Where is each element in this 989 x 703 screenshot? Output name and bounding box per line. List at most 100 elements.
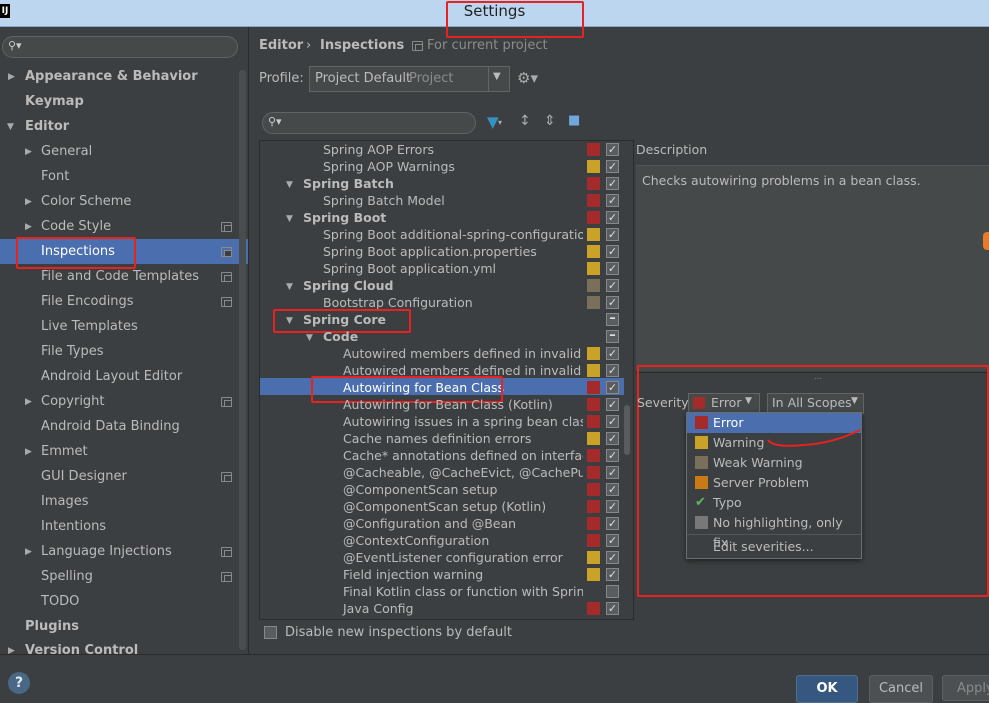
- severity-option-server-problem[interactable]: Server Problem: [687, 473, 861, 493]
- inspection-row[interactable]: @ComponentScan setup (Kotlin): [343, 498, 546, 515]
- inspection-enable-checkbox[interactable]: ✓: [606, 517, 619, 530]
- apply-button[interactable]: Apply: [942, 675, 989, 701]
- inspection-group-mixed-checkbox[interactable]: –: [606, 329, 619, 343]
- profile-select[interactable]: Project Default Project ▼: [309, 66, 510, 92]
- inspection-tree-scrollbar[interactable]: [624, 405, 630, 455]
- inspection-enable-checkbox[interactable]: [606, 585, 619, 598]
- inspection-enable-checkbox[interactable]: ✓: [606, 194, 619, 207]
- tree-item-language-injections[interactable]: Language Injections: [41, 539, 172, 564]
- gear-icon[interactable]: ⚙▾: [517, 69, 538, 87]
- tree-item-file-types[interactable]: File Types: [41, 339, 104, 364]
- inspection-group-code[interactable]: Code: [323, 328, 358, 345]
- inspection-enable-checkbox[interactable]: ✓: [606, 160, 619, 173]
- inspection-row[interactable]: @ContextConfiguration: [343, 532, 489, 549]
- splitter-handle-icon[interactable]: ⋯: [814, 374, 822, 383]
- inspection-enable-checkbox[interactable]: ✓: [606, 534, 619, 547]
- inspection-row[interactable]: Autowiring for Bean Class (Kotlin): [343, 396, 553, 413]
- inspection-row[interactable]: Autowiring issues in a spring bean class…: [343, 413, 583, 430]
- inspection-row[interactable]: Autowired members defined in invalid Sp: [343, 345, 583, 362]
- filter-chevron-icon[interactable]: ▾: [498, 118, 502, 127]
- severity-option-weak-warning[interactable]: Weak Warning: [687, 453, 861, 473]
- expand-arrow-icon[interactable]: ▶: [25, 147, 32, 157]
- edit-severities-item[interactable]: Edit severities...: [687, 537, 861, 557]
- tree-item-version-control[interactable]: Version Control: [25, 638, 138, 654]
- collapse-arrow-icon[interactable]: ▼: [306, 333, 313, 343]
- expand-arrow-icon[interactable]: ▶: [25, 547, 32, 557]
- inspection-row[interactable]: Autowired members defined in invalid Sp: [343, 362, 583, 379]
- collapse-arrow-icon[interactable]: ▼: [286, 282, 293, 292]
- tree-item-copyright[interactable]: Copyright: [41, 389, 105, 414]
- tree-item-android-layout-editor[interactable]: Android Layout Editor: [41, 364, 182, 389]
- inspection-row[interactable]: Cache names definition errors: [343, 430, 531, 447]
- inspection-enable-checkbox[interactable]: ✓: [606, 211, 619, 224]
- collapse-arrow-icon[interactable]: ▼: [286, 180, 293, 190]
- inspection-enable-checkbox[interactable]: ✓: [606, 177, 619, 190]
- tree-item-keymap[interactable]: Keymap: [25, 89, 84, 114]
- tree-item-appearance[interactable]: Appearance & Behavior: [25, 64, 198, 89]
- inspection-enable-checkbox[interactable]: ✓: [606, 415, 619, 428]
- inspection-row[interactable]: Spring AOP Errors: [323, 141, 434, 158]
- inspection-row[interactable]: @Configuration and @Bean: [343, 515, 516, 532]
- tree-item-inspections[interactable]: Inspections: [41, 239, 115, 264]
- inspections-search-input[interactable]: ⚲▾: [262, 112, 476, 134]
- help-icon[interactable]: ?: [8, 672, 30, 694]
- inspection-row[interactable]: Final Kotlin class or function with Spri…: [343, 583, 583, 600]
- settings-search-input[interactable]: ⚲▾: [2, 36, 238, 58]
- tree-item-images[interactable]: Images: [41, 489, 89, 514]
- tree-item-spelling[interactable]: Spelling: [41, 564, 93, 589]
- inspection-enable-checkbox[interactable]: ✓: [606, 500, 619, 513]
- tree-scrollbar[interactable]: [239, 70, 246, 650]
- inspection-row[interactable]: Spring Boot application.yml: [323, 260, 496, 277]
- tree-item-emmet[interactable]: Emmet: [41, 439, 88, 464]
- tree-item-file-code-templates[interactable]: File and Code Templates: [41, 264, 199, 289]
- tree-item-file-encodings[interactable]: File Encodings: [41, 289, 134, 314]
- inspection-enable-checkbox[interactable]: ✓: [606, 143, 619, 156]
- inspection-enable-checkbox[interactable]: ✓: [606, 262, 619, 275]
- reset-eraser-icon[interactable]: ■: [568, 113, 580, 128]
- expand-arrow-icon[interactable]: ▶: [8, 72, 15, 82]
- expand-arrow-icon[interactable]: ▶: [25, 397, 32, 407]
- cancel-button[interactable]: Cancel: [869, 675, 933, 703]
- expand-arrow-icon[interactable]: ▶: [25, 222, 32, 232]
- inspection-enable-checkbox[interactable]: ✓: [606, 551, 619, 564]
- disable-new-checkbox[interactable]: [264, 626, 277, 639]
- inspection-row[interactable]: @EventListener configuration error: [343, 549, 563, 566]
- tree-item-color-scheme[interactable]: Color Scheme: [41, 189, 131, 214]
- inspection-row[interactable]: Cache* annotations defined on interfaces…: [343, 447, 583, 464]
- tree-item-plugins[interactable]: Plugins: [25, 614, 79, 639]
- inspection-row[interactable]: Java Config: [343, 600, 413, 617]
- tree-item-editor[interactable]: Editor: [25, 114, 69, 139]
- tree-item-android-data-binding[interactable]: Android Data Binding: [41, 414, 180, 439]
- tree-item-general[interactable]: General: [41, 139, 92, 164]
- inspection-row[interactable]: Field injection warning: [343, 566, 483, 583]
- inspection-row-autowiring[interactable]: Autowiring for Bean Class: [343, 379, 504, 396]
- expand-arrow-icon[interactable]: ▶: [25, 197, 32, 207]
- inspection-enable-checkbox[interactable]: ✓: [606, 449, 619, 462]
- severity-select[interactable]: Error ▼: [688, 393, 760, 414]
- ok-button[interactable]: OK: [796, 675, 858, 703]
- inspection-row[interactable]: Spring Boot additional-spring-configurat…: [323, 226, 583, 243]
- collapse-arrow-icon[interactable]: ▼: [286, 316, 293, 326]
- inspection-enable-checkbox[interactable]: ✓: [606, 398, 619, 411]
- tree-item-font[interactable]: Font: [41, 164, 69, 189]
- inspection-enable-checkbox[interactable]: ✓: [606, 245, 619, 258]
- tree-item-intentions[interactable]: Intentions: [41, 514, 106, 539]
- inspection-group[interactable]: Spring Boot: [303, 209, 386, 226]
- inspection-group-spring-core[interactable]: Spring Core: [303, 311, 386, 328]
- tree-item-live-templates[interactable]: Live Templates: [41, 314, 138, 339]
- inspection-row[interactable]: @Cacheable, @CacheEvict, @CachePut, @: [343, 464, 583, 481]
- tree-item-gui-designer[interactable]: GUI Designer: [41, 464, 127, 489]
- tree-item-todo[interactable]: TODO: [41, 589, 79, 614]
- inspection-row[interactable]: Spring AOP Warnings: [323, 158, 455, 175]
- inspection-enable-checkbox[interactable]: ✓: [606, 483, 619, 496]
- inspection-enable-checkbox[interactable]: ✓: [606, 466, 619, 479]
- inspection-enable-checkbox[interactable]: ✓: [606, 347, 619, 360]
- collapse-arrow-icon[interactable]: ▼: [286, 214, 293, 224]
- tree-item-code-style[interactable]: Code Style: [41, 214, 111, 239]
- inspection-group-mixed-checkbox[interactable]: –: [606, 312, 619, 326]
- inspection-row[interactable]: Bootstrap Configuration: [323, 294, 473, 311]
- inspection-enable-checkbox[interactable]: ✓: [606, 364, 619, 377]
- expand-arrow-icon[interactable]: ▶: [25, 447, 32, 457]
- inspection-row[interactable]: Spring Batch Model: [323, 192, 445, 209]
- inspection-group[interactable]: Spring Batch: [303, 175, 394, 192]
